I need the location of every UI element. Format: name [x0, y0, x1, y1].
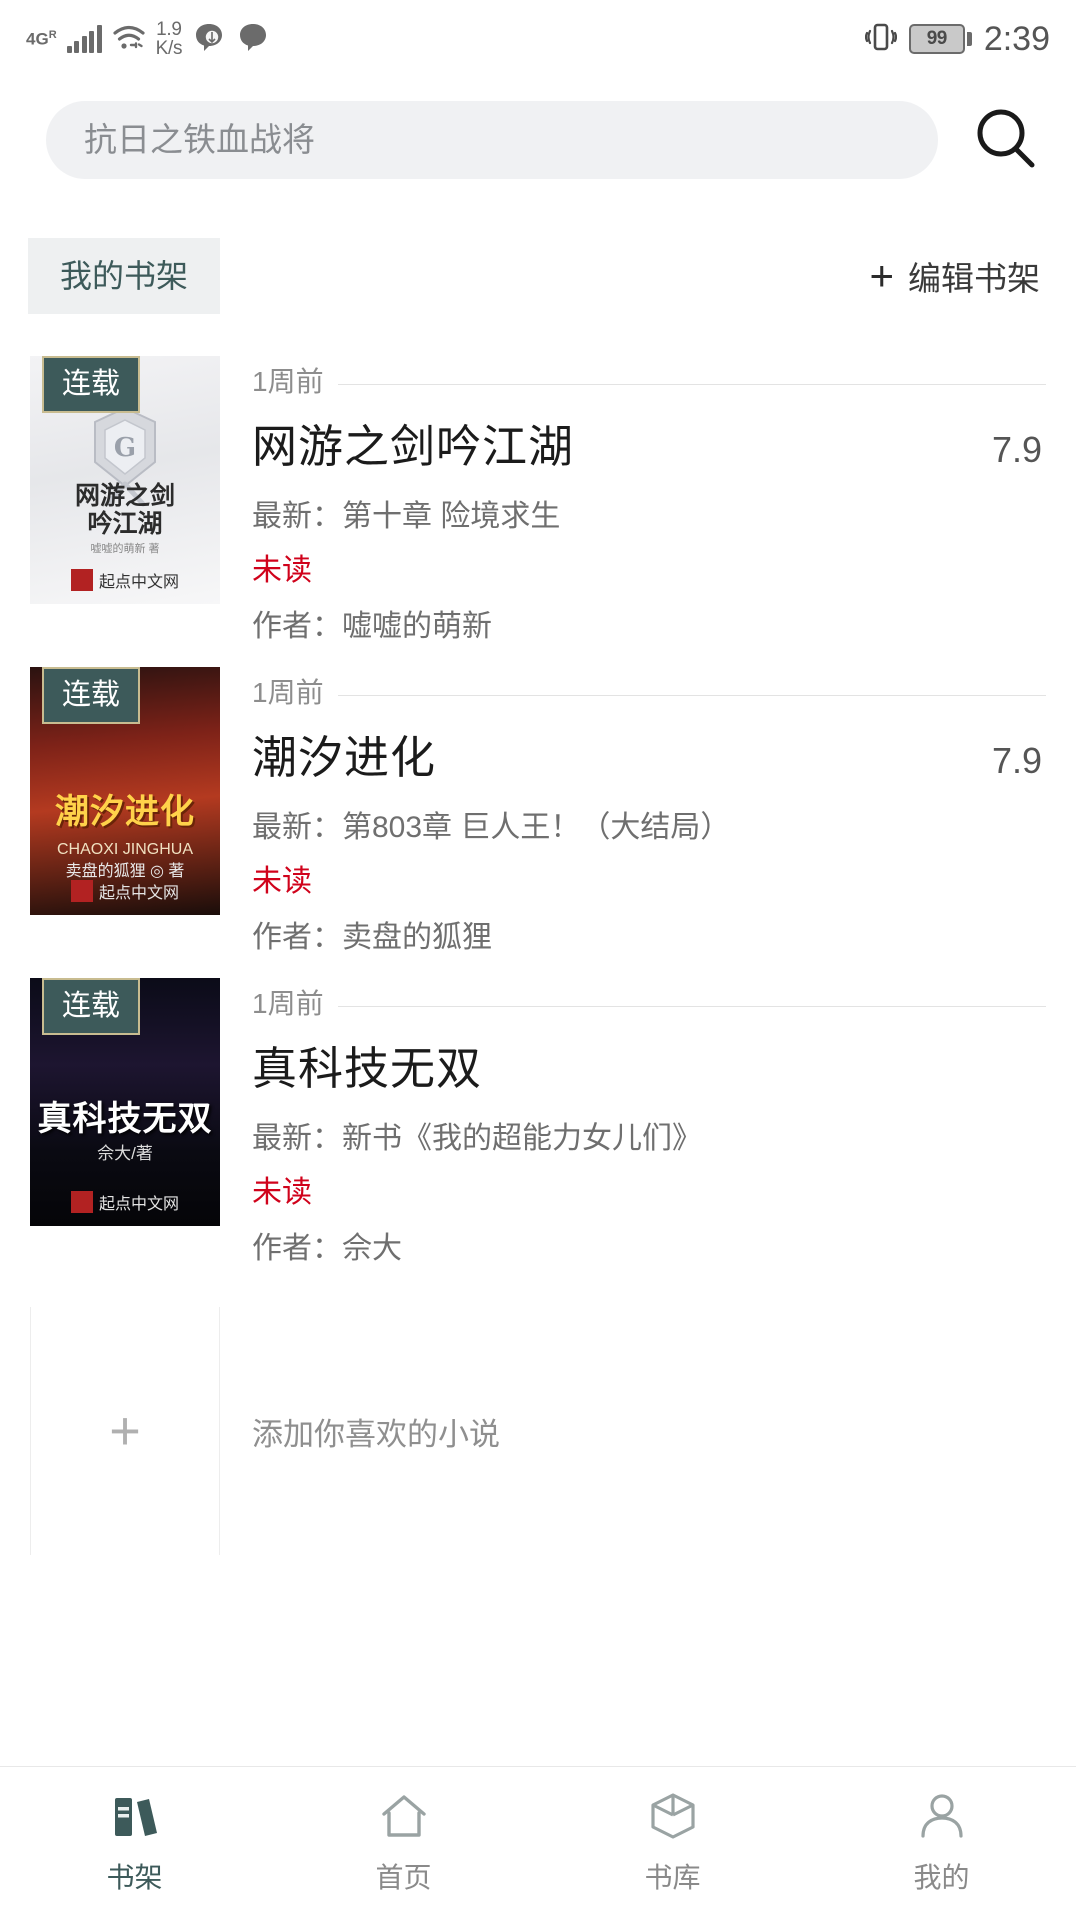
- cube-icon: [645, 1788, 701, 1844]
- search-icon: [970, 103, 1042, 178]
- book-info: 1周前 潮汐进化 7.9 最新：第803章 巨人王！（大结局） 未读 作者：卖盘…: [220, 667, 1046, 956]
- battery-percent: 99: [926, 28, 948, 49]
- nav-item-home[interactable]: 首页: [269, 1788, 538, 1896]
- cover-publisher: 起点中文网: [30, 879, 220, 903]
- plus-icon: +: [109, 1401, 141, 1461]
- divider: [337, 384, 1046, 385]
- search-box[interactable]: [46, 101, 938, 179]
- cover-title: 真科技无双: [37, 1098, 213, 1139]
- search-row: [0, 78, 1076, 182]
- book-title[interactable]: 潮汐进化: [252, 721, 436, 786]
- book-rating: 7.9: [991, 740, 1042, 781]
- person-icon: [914, 1788, 970, 1844]
- cover-author: 佘大/著: [97, 1144, 153, 1163]
- divider: [337, 1006, 1046, 1007]
- home-icon: [376, 1788, 432, 1844]
- nav-item-bookshelf[interactable]: 书架: [0, 1788, 269, 1896]
- divider: [337, 695, 1046, 696]
- app-screen: 4GR 1.9 K/s 99 2:39 抗日之铁血战将 我的书架 + 编辑书架 …: [0, 0, 1076, 1916]
- book-time-ago: 1周前: [252, 988, 324, 1019]
- book-cover-wrap[interactable]: 潮汐进化 CHAOXI JINGHUA 卖盘的狐狸 ◎ 著 起点中文网 连载: [30, 667, 220, 915]
- plus-icon: +: [869, 252, 894, 300]
- network-type-label: 4GR: [26, 29, 57, 49]
- search-button[interactable]: [964, 98, 1048, 182]
- publisher-mark-icon: [70, 569, 93, 591]
- book-title-row: 潮汐进化 7.9: [252, 721, 1046, 786]
- network-speed: 1.9 K/s: [155, 19, 183, 59]
- edit-bookshelf-button[interactable]: + 编辑书架: [869, 252, 1040, 300]
- status-bar-left: 4GR 1.9 K/s: [26, 20, 270, 59]
- serialization-badge: 连载: [42, 356, 141, 413]
- book-time-row: 1周前: [252, 360, 1046, 400]
- book-unread-status: 未读: [252, 865, 312, 898]
- book-unread-status: 未读: [252, 554, 312, 587]
- book-rating: 7.9: [991, 429, 1042, 470]
- nav-label: 我的: [913, 1861, 970, 1893]
- message-bubble-icon: [236, 20, 270, 59]
- book-list: G 网游之剑 吟江湖 嘘嘘的萌新 著 起点中文网 连载 1周前 网游之剑吟江湖 …: [0, 314, 1076, 1555]
- cover-publisher: 起点中文网: [30, 568, 220, 592]
- svg-text:G: G: [114, 433, 136, 463]
- book-list-item[interactable]: G 网游之剑 吟江湖 嘘嘘的萌新 著 起点中文网 连载 1周前 网游之剑吟江湖 …: [0, 356, 1076, 645]
- add-novel-placeholder[interactable]: +: [30, 1307, 220, 1555]
- vibrate-icon: [864, 20, 897, 59]
- book-title[interactable]: 网游之剑吟江湖: [252, 410, 574, 475]
- nav-item-library[interactable]: 书库: [538, 1788, 807, 1896]
- book-list-item[interactable]: 真科技无双 佘大/著 起点中文网 连载 1周前 真科技无双 最新：新书《我的超能…: [0, 978, 1076, 1267]
- book-unread-status: 未读: [252, 1176, 312, 1209]
- status-bar: 4GR 1.9 K/s 99 2:39: [0, 0, 1076, 78]
- status-bar-right: 99 2:39: [864, 19, 1050, 59]
- edit-bookshelf-label: 编辑书架: [908, 260, 1040, 297]
- book-list-item[interactable]: 潮汐进化 CHAOXI JINGHUA 卖盘的狐狸 ◎ 著 起点中文网 连载 1…: [0, 667, 1076, 956]
- book-cover-wrap[interactable]: G 网游之剑 吟江湖 嘘嘘的萌新 著 起点中文网 连载: [30, 356, 220, 604]
- battery-icon: 99: [908, 24, 972, 54]
- book-author: 作者：卖盘的狐狸: [252, 921, 492, 954]
- book-time-row: 1周前: [252, 982, 1046, 1022]
- search-input[interactable]: [84, 121, 900, 159]
- cover-title: 潮汐进化: [55, 791, 195, 832]
- serialization-badge: 连载: [42, 978, 141, 1035]
- book-latest-chapter: 最新：第803章 巨人王！（大结局）: [252, 811, 731, 844]
- add-novel-label: 添加你喜欢的小说: [252, 1416, 500, 1452]
- cover-author: 卖盘的狐狸 ◎ 著: [65, 863, 185, 880]
- book-time-ago: 1周前: [252, 366, 324, 397]
- book-time-ago: 1周前: [252, 677, 324, 708]
- book-title[interactable]: 真科技无双: [252, 1032, 482, 1097]
- book-info: 1周前 网游之剑吟江湖 7.9 最新：第十章 险境求生 未读 作者：嘘嘘的萌新: [220, 356, 1046, 645]
- add-novel-row[interactable]: + 添加你喜欢的小说: [0, 1289, 1076, 1555]
- nav-label: 书架: [106, 1861, 163, 1893]
- bottom-navigation: 书架 首页 书库 我的: [0, 1766, 1076, 1916]
- book-latest-chapter: 最新：新书《我的超能力女儿们》: [252, 1122, 702, 1155]
- book-title-row: 网游之剑吟江湖 7.9: [252, 410, 1046, 475]
- publisher-mark-icon: [70, 880, 93, 902]
- book-title-row: 真科技无双: [252, 1032, 1046, 1097]
- serialization-badge: 连载: [42, 667, 141, 724]
- book-cover-wrap[interactable]: 真科技无双 佘大/著 起点中文网 连载: [30, 978, 220, 1226]
- clock: 2:39: [983, 19, 1050, 58]
- book-author: 作者：佘大: [252, 1232, 402, 1265]
- tab-my-bookshelf[interactable]: 我的书架: [28, 238, 221, 314]
- wifi-icon: [112, 23, 146, 56]
- cover-publisher: 起点中文网: [30, 1190, 220, 1214]
- book-latest-chapter: 最新：第十章 险境求生: [252, 500, 561, 533]
- nav-label: 书库: [644, 1861, 701, 1893]
- book-author: 作者：嘘嘘的萌新: [252, 610, 492, 643]
- signal-icon: [66, 25, 102, 53]
- cover-title: 网游之剑 吟江湖: [74, 481, 175, 538]
- publisher-mark-icon: [70, 1191, 93, 1213]
- book-info: 1周前 真科技无双 最新：新书《我的超能力女儿们》 未读 作者：佘大: [220, 978, 1046, 1267]
- shelf-header: 我的书架 + 编辑书架: [0, 182, 1076, 314]
- cover-author: 嘘嘘的萌新 著: [90, 543, 160, 555]
- message-bubble-icon: [192, 20, 226, 59]
- book-time-row: 1周前: [252, 671, 1046, 711]
- books-icon: [107, 1788, 163, 1844]
- nav-label: 首页: [375, 1861, 432, 1893]
- nav-item-mine[interactable]: 我的: [807, 1788, 1076, 1896]
